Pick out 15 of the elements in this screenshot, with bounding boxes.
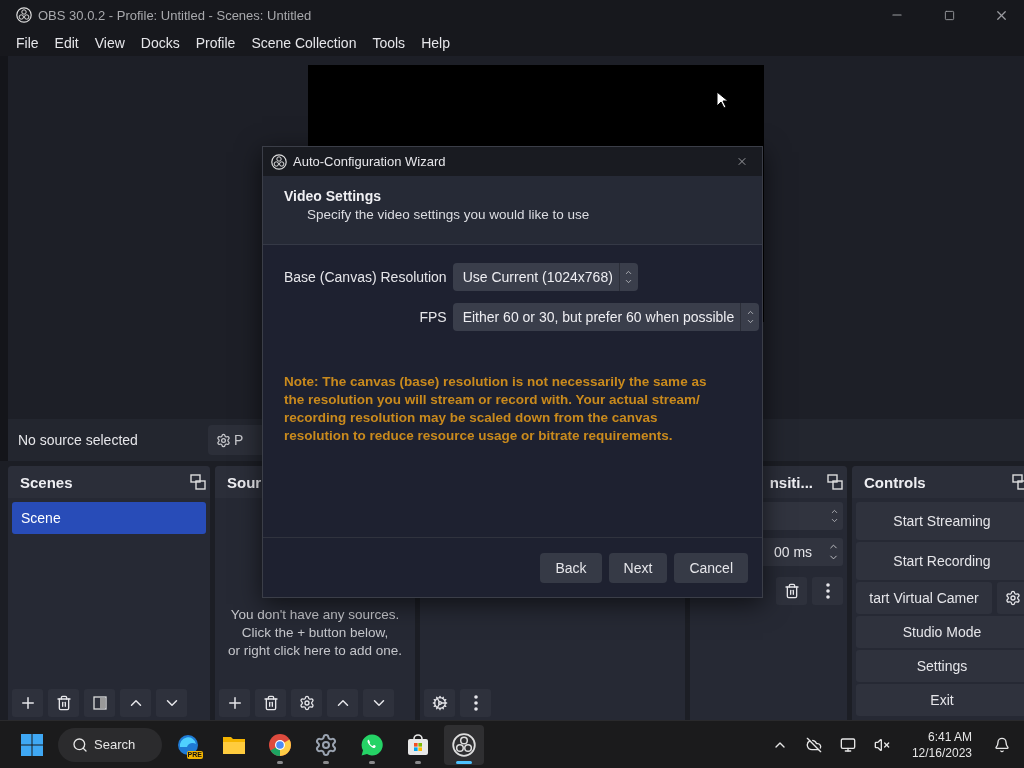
note-text: Note: The canvas (base) resolution is not necessarily the same as the resolution you will stream or record with. Your actual stream/ recording resolution may be scaled down from the canvas resolution to reduce resource usage or bitrate requirements. xyxy=(284,373,708,445)
section-heading: Video Settings xyxy=(284,188,382,204)
dock-title: Controls xyxy=(864,473,926,491)
field-label: FPS xyxy=(418,309,447,325)
dialog-title: Auto-Configuration Wizard xyxy=(293,154,447,169)
window-title: OBS 30.0.2 - Profile: Untitled - Scenes: Untitled xyxy=(38,7,313,23)
clock-date: 12/16/2023 xyxy=(911,744,972,761)
clock-time: 6:41 AM xyxy=(927,728,972,745)
dock-title: Sour xyxy=(227,473,262,491)
section-subtitle: Specify the video settings you would like to use xyxy=(306,207,591,222)
dock-title: nsiti... xyxy=(769,473,813,491)
status-text: No source selected xyxy=(18,432,139,448)
dock-title: Scenes xyxy=(20,473,73,491)
field-label: Base (Canvas) Resolution xyxy=(284,269,447,285)
empty-message: You don't have any sources. Click the + button below, or right click here to add one. xyxy=(226,606,404,660)
